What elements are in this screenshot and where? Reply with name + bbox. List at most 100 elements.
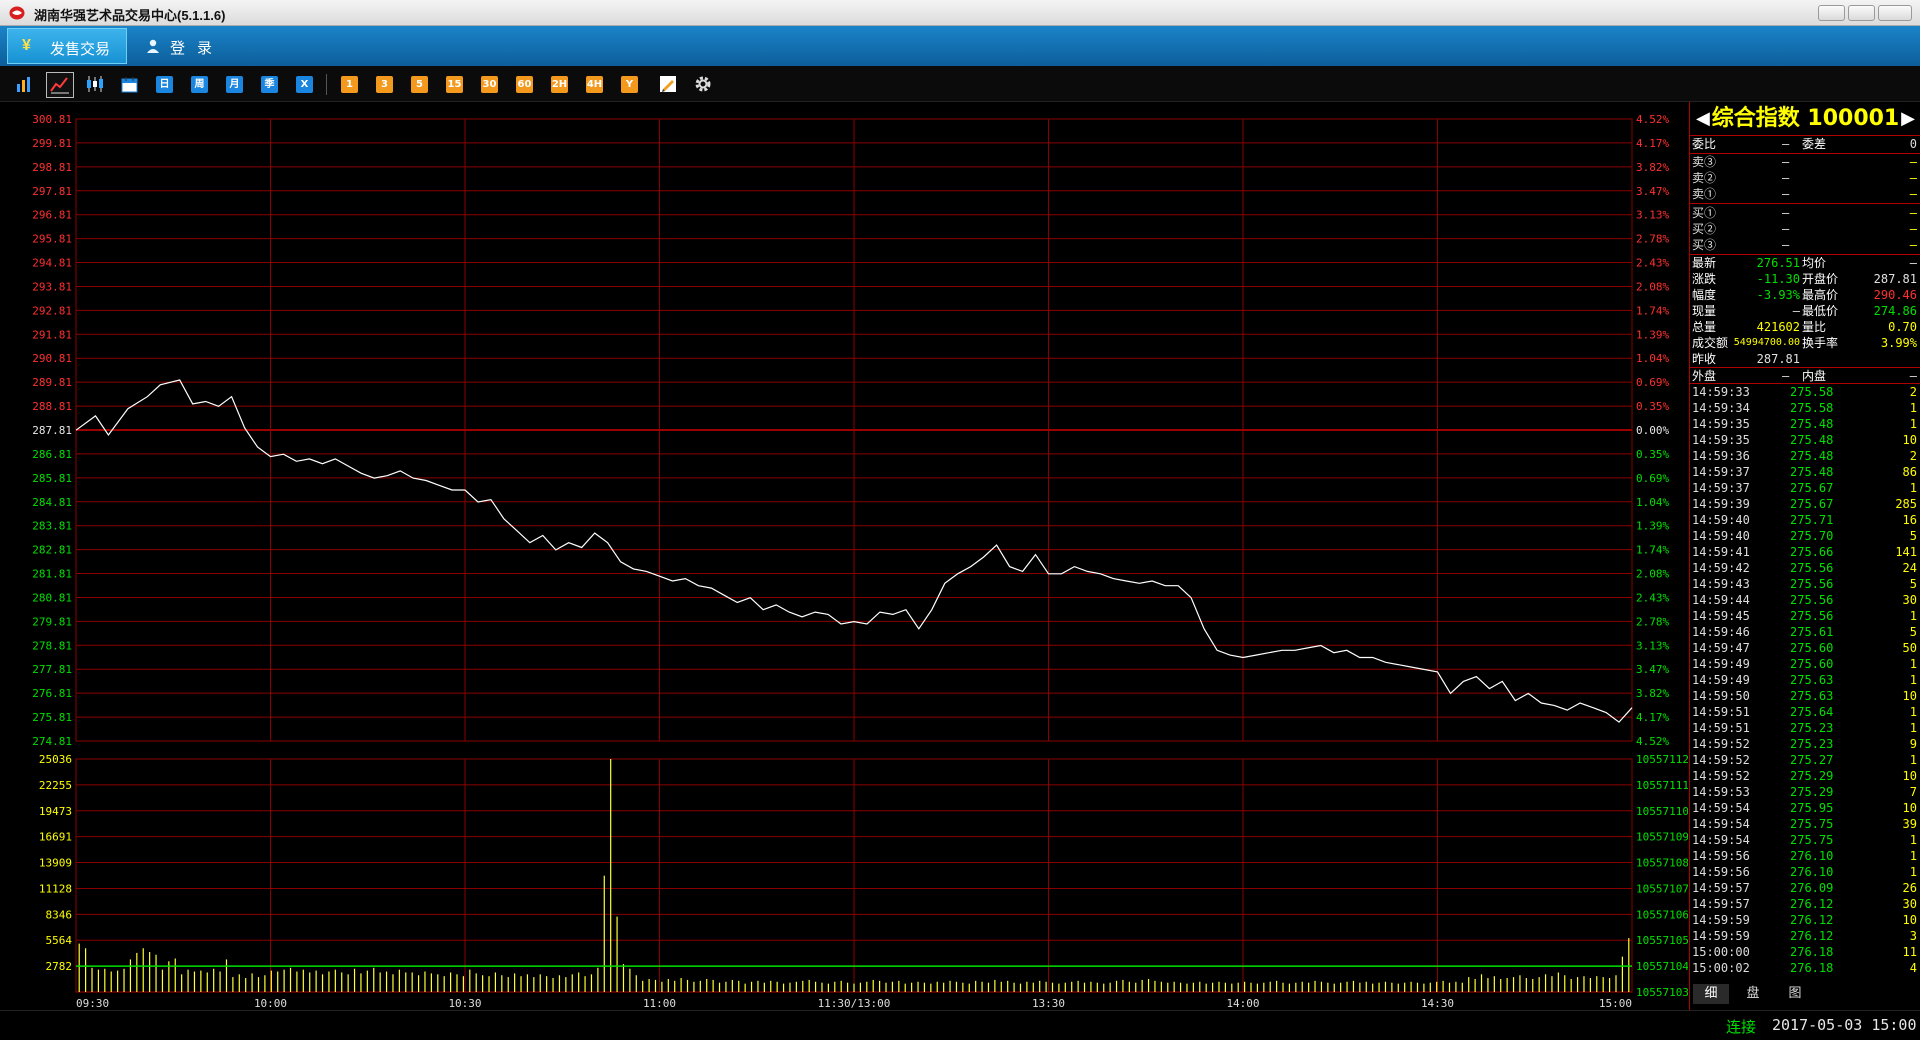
stat-label: 昨收 [1692,352,1717,366]
price-tick-right: 3.82% [1636,687,1669,700]
bid-price: — [1782,206,1790,220]
tick-time: 14:59:43 [1692,577,1750,591]
tick-time: 14:59:57 [1692,897,1750,911]
tick-row: 14:59:33 275.58 2 [1690,384,1917,400]
tick-row: 14:59:51 275.64 1 [1690,704,1917,720]
tick-volume: 1 [1909,849,1917,863]
maximize-button[interactable] [1848,5,1875,21]
tick-price: 275.56 [1790,577,1834,591]
toolbar-separator [326,74,327,95]
tick-volume: 50 [1902,641,1917,655]
period-5min-button[interactable]: 5 [411,76,428,93]
close-button[interactable] [1878,5,1912,21]
tab-chart[interactable]: 图 [1777,984,1813,1004]
price-tick-left: 280.81 [32,591,72,604]
tab-login[interactable]: 登录 [140,28,240,64]
tick-volume: 1 [1909,417,1917,431]
tick-volume: 1 [1909,673,1917,687]
tick-volume: 1 [1909,753,1917,767]
tick-row: 14:59:54 275.75 1 [1690,832,1917,848]
candlestick-icon[interactable] [86,75,104,93]
price-tick-right: 2.78% [1636,233,1669,246]
volume-tick-right: 10557103 [1636,986,1688,999]
draw-pencil-icon[interactable] [659,75,677,93]
tab-trade[interactable]: ¥ 发售交易 [7,28,127,64]
period-season-button[interactable]: 季 [261,76,278,93]
quote-row: 卖① — — [1690,186,1917,202]
period-2h-button[interactable]: 2H [551,76,568,93]
tick-volume: 1 [1909,609,1917,623]
intraday-chart[interactable]: 300.81 4.52% 299.81 4.17% 298.81 3.82% 297.81 3… [0,102,1688,1010]
period-day-button[interactable]: 日 [156,76,173,93]
period-4h-button[interactable]: 4H [586,76,603,93]
tick-time: 14:59:35 [1692,433,1750,447]
tick-row: 14:59:44 275.56 30 [1690,592,1917,608]
stat-value: 0.70 [1888,320,1917,334]
tick-row: 14:59:45 275.56 1 [1690,608,1917,624]
period-1min-button[interactable]: 1 [341,76,358,93]
quote-row: 昨收 287.81 [1690,351,1917,367]
tick-price: 275.48 [1790,417,1834,431]
period-15min-button[interactable]: 15 [446,76,463,93]
gear-icon[interactable] [694,75,712,93]
stat-label: 最新 [1692,256,1717,270]
stat-label: 幅度 [1692,288,1717,302]
volume-tick-left: 25036 [39,753,72,766]
tick-time: 14:59:54 [1692,833,1750,847]
tick-row: 14:59:49 275.60 1 [1690,656,1917,672]
period-month-button[interactable]: 月 [226,76,243,93]
tab-book[interactable]: 盘 [1735,984,1771,1004]
window-titlebar: 湖南华强艺术品交易中心(5.1.1.6) [0,0,1920,26]
calendar-icon[interactable] [121,76,138,93]
minimize-button[interactable] [1818,5,1845,21]
tick-price: 275.27 [1790,753,1834,767]
price-tick-right: 4.52% [1636,735,1669,748]
quote-title-text: 综合指数 100001 [1711,106,1900,131]
period-year-button[interactable]: Y [621,76,638,93]
tick-time: 14:59:47 [1692,641,1750,655]
tick-volume: 30 [1902,897,1917,911]
tick-price: 275.67 [1790,497,1834,511]
period-30min-button[interactable]: 30 [481,76,498,93]
line-chart-icon[interactable] [46,72,74,98]
stat-value: 290.46 [1873,288,1917,302]
tick-volume: 26 [1902,881,1917,895]
ask-label: 卖③ [1692,155,1717,169]
tick-row: 14:59:53 275.29 7 [1690,784,1917,800]
tick-row: 14:59:40 275.71 16 [1690,512,1917,528]
bar-chart-icon[interactable] [16,76,32,92]
tick-time: 14:59:49 [1692,673,1750,687]
bid-label: 买② [1692,222,1717,236]
period-x-button[interactable]: X [296,76,313,93]
bid-volume: — [1909,238,1917,252]
tick-list[interactable]: 14:59:33 275.58 2 14:59:34 275.58 1 14:59:35 27… [1690,384,1917,976]
tick-volume: 1 [1909,401,1917,415]
tick-volume: 16 [1902,513,1917,527]
price-tick-left: 279.81 [32,615,72,628]
time-tick: 11:30/13:00 [818,997,891,1010]
next-arrow-icon[interactable]: ▶ [1901,104,1915,134]
price-tick-left: 286.81 [32,448,72,461]
period-week-button[interactable]: 周 [191,76,208,93]
period-60min-button[interactable]: 60 [516,76,533,93]
tick-time: 14:59:53 [1692,785,1750,799]
tick-time: 14:59:33 [1692,385,1750,399]
tick-time: 14:59:59 [1692,929,1750,943]
stat-label: 均价 [1802,256,1827,270]
prev-arrow-icon[interactable]: ◀ [1696,104,1710,134]
price-tick-left: 294.81 [32,257,72,270]
period-3min-button[interactable]: 3 [376,76,393,93]
tick-price: 275.29 [1790,785,1834,799]
chart-toolbar: 日 周 月 季 X 1 3 5 15 30 60 2H 4H Y [0,66,1920,102]
connection-status: 连接 [1726,1018,1757,1036]
tick-row: 14:59:59 276.12 10 [1690,912,1917,928]
tick-row: 14:59:40 275.70 5 [1690,528,1917,544]
tick-volume: 5 [1909,577,1917,591]
tab-detail[interactable]: 细 [1693,984,1729,1004]
ask-label: 卖② [1692,171,1717,185]
tick-time: 14:59:46 [1692,625,1750,639]
tick-price: 275.66 [1790,545,1834,559]
tick-time: 14:59:52 [1692,737,1750,751]
volume-tick-right: 10557109 [1636,831,1688,844]
price-tick-right: 0.35% [1636,400,1669,413]
